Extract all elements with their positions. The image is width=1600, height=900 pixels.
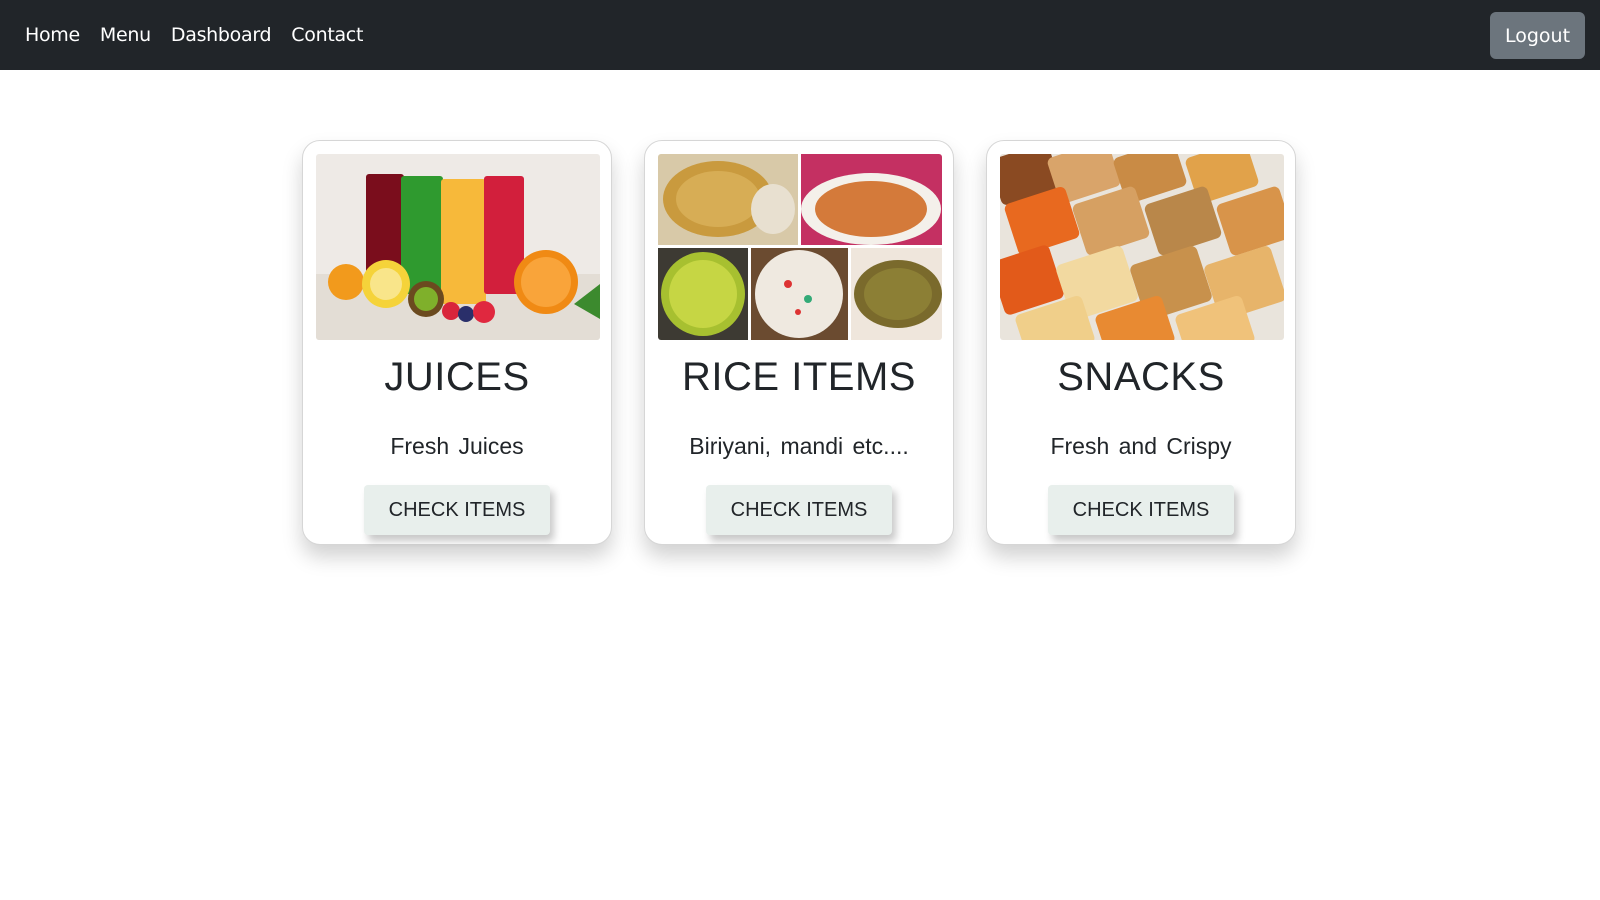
check-items-button[interactable]: CHECK ITEMS	[706, 485, 892, 535]
rice-items-image	[658, 154, 942, 340]
card-title: JUICES	[384, 355, 530, 399]
card-snacks: SNACKS Fresh and Crispy CHECK ITEMS	[986, 140, 1296, 545]
top-navbar: Home Menu Dashboard Contact Logout	[0, 0, 1600, 70]
card-title: SNACKS	[1057, 355, 1225, 399]
logout-button[interactable]: Logout	[1490, 12, 1585, 59]
juices-image	[316, 154, 600, 340]
nav-link-contact[interactable]: Contact	[291, 24, 363, 46]
card-title: RICE ITEMS	[682, 355, 916, 399]
check-items-button[interactable]: CHECK ITEMS	[364, 485, 550, 535]
card-description: Fresh Juices	[390, 433, 524, 459]
nav-link-dashboard[interactable]: Dashboard	[171, 24, 272, 46]
nav-links: Home Menu Dashboard Contact	[25, 24, 383, 46]
category-cards: JUICES Fresh Juices CHECK ITEMS RICE ITE…	[302, 140, 1328, 545]
card-juices: JUICES Fresh Juices CHECK ITEMS	[302, 140, 612, 545]
card-description: Fresh and Crispy	[1050, 433, 1232, 459]
check-items-button[interactable]: CHECK ITEMS	[1048, 485, 1234, 535]
nav-link-home[interactable]: Home	[25, 24, 80, 46]
snacks-image	[1000, 154, 1284, 340]
card-rice-items: RICE ITEMS Biriyani, mandi etc.... CHECK…	[644, 140, 954, 545]
card-description: Biriyani, mandi etc....	[689, 433, 909, 459]
nav-link-menu[interactable]: Menu	[100, 24, 151, 46]
